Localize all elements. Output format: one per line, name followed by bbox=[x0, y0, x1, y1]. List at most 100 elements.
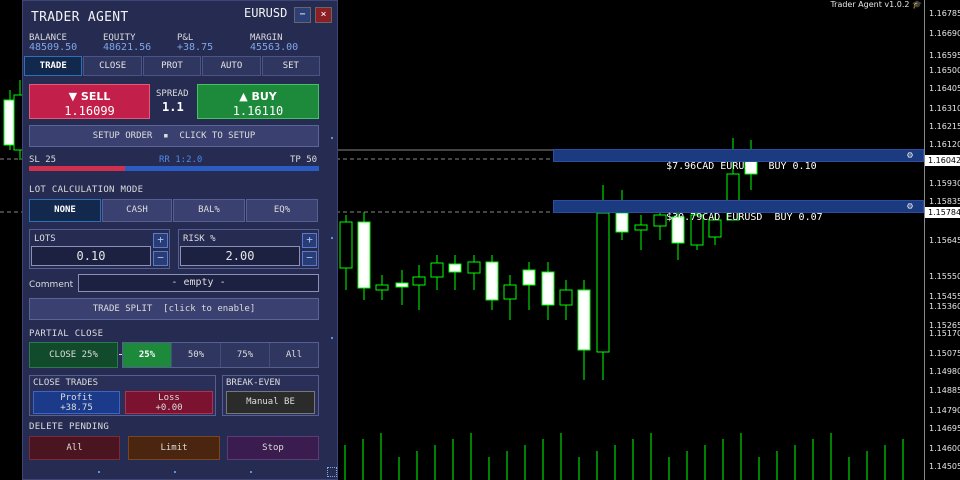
buy-price: 1.16110 bbox=[232, 104, 284, 118]
tp-label: TP 50 bbox=[290, 155, 318, 165]
price-tick-label: 1.16215 bbox=[929, 122, 960, 131]
resize-handle-icon[interactable] bbox=[327, 467, 337, 477]
price-tick-label: 1.16405 bbox=[929, 84, 960, 93]
close-trades-title: CLOSE TRADES bbox=[33, 378, 99, 388]
margin-value: 45563.00 bbox=[250, 42, 299, 53]
partial-close-title: PARTIAL CLOSE bbox=[29, 329, 104, 339]
price-tick-label: 1.15550 bbox=[929, 272, 960, 281]
lots-input[interactable]: 0.10 bbox=[31, 246, 151, 266]
symbol-label: EURUSD bbox=[244, 6, 288, 20]
comment-input[interactable]: - empty - bbox=[78, 274, 319, 292]
panel-title: TRADER AGENT bbox=[31, 10, 129, 25]
comment-label: Comment bbox=[29, 280, 74, 290]
minimize-button[interactable]: − bbox=[294, 7, 311, 23]
sl-portion bbox=[29, 166, 125, 171]
position-bar-1[interactable]: $7.96CAD EURUSD BUY 0.10 ⚙ bbox=[553, 149, 924, 172]
trade-split-button[interactable]: TRADE SPLIT [click to enable] bbox=[29, 298, 319, 320]
price-tick-label: 1.14980 bbox=[929, 367, 960, 376]
grid-dot bbox=[174, 471, 176, 473]
pnl-value: +38.75 bbox=[177, 42, 214, 53]
risk-reward-bar bbox=[29, 166, 319, 171]
gear-icon[interactable]: ⚙ bbox=[907, 150, 913, 161]
close-loss-button[interactable]: Loss +0.00 bbox=[125, 391, 213, 414]
candle-body bbox=[522, 269, 536, 286]
partial-25[interactable]: 25% bbox=[123, 343, 172, 367]
partial-close-options: 25% 50% 75% All bbox=[122, 342, 319, 368]
partial-close-button[interactable]: CLOSE 25% bbox=[29, 342, 118, 368]
lots-minus-button[interactable]: − bbox=[153, 251, 168, 266]
lots-label: LOTS bbox=[34, 234, 56, 244]
close-icon[interactable]: × bbox=[315, 7, 332, 23]
buy-label: ▲ BUY bbox=[239, 90, 277, 103]
tab-close[interactable]: CLOSE bbox=[83, 56, 142, 76]
lot-mode-title: LOT CALCULATION MODE bbox=[29, 185, 144, 195]
sell-label: ▼ SELL bbox=[68, 90, 111, 103]
close-profit-button[interactable]: Profit +38.75 bbox=[33, 391, 120, 414]
candle-body bbox=[412, 276, 426, 286]
price-tick-label: 1.15360 bbox=[929, 302, 960, 311]
sell-button[interactable]: ▼ SELL 1.16099 bbox=[29, 84, 150, 119]
profit-label: Profit bbox=[60, 393, 93, 403]
tab-set[interactable]: SET bbox=[261, 56, 321, 76]
lots-plus-button[interactable]: + bbox=[153, 233, 168, 248]
candle-body bbox=[375, 284, 389, 291]
break-even-title: BREAK-EVEN bbox=[226, 378, 281, 388]
manual-be-button[interactable]: Manual BE bbox=[226, 391, 315, 414]
partial-75[interactable]: 75% bbox=[221, 343, 270, 367]
risk-input[interactable]: 2.00 bbox=[180, 246, 300, 266]
candle-body bbox=[467, 261, 481, 274]
graduation-cap-icon: 🎓 bbox=[912, 0, 922, 9]
candle-body bbox=[577, 289, 591, 351]
rr-label: RR 1:2.0 bbox=[159, 155, 203, 165]
risk-minus-button[interactable]: − bbox=[302, 251, 317, 266]
position-text: $30.79CAD EURUSD BUY 0.07 bbox=[666, 212, 823, 223]
gear-icon[interactable]: ⚙ bbox=[907, 201, 913, 212]
lot-mode-bal[interactable]: BAL% bbox=[173, 199, 245, 222]
spread-label: SPREAD bbox=[156, 89, 189, 99]
price-tick-label: 1.14790 bbox=[929, 406, 960, 415]
candle-body bbox=[430, 262, 444, 278]
candle-body bbox=[357, 221, 371, 289]
grid-dot bbox=[250, 471, 252, 473]
price-tick-label: 1.15835 bbox=[929, 197, 960, 206]
candle-body bbox=[615, 212, 629, 233]
break-even-group: BREAK-EVEN Manual BE bbox=[222, 375, 319, 416]
grid-dot bbox=[331, 137, 333, 139]
risk-plus-button[interactable]: + bbox=[302, 233, 317, 248]
tab-auto[interactable]: AUTO bbox=[202, 56, 261, 76]
price-tick-label: 1.16120 bbox=[929, 140, 960, 149]
tab-bar: TRADE CLOSE PROT AUTO SET bbox=[24, 56, 321, 76]
price-tick-label: 1.14885 bbox=[929, 386, 960, 395]
partial-50[interactable]: 50% bbox=[172, 343, 221, 367]
lot-mode-cash[interactable]: CASH bbox=[102, 199, 172, 222]
candle-body bbox=[503, 284, 517, 300]
indicator-title: Trader Agent v1.0.2 🎓 bbox=[830, 0, 922, 9]
candle-body bbox=[395, 282, 409, 288]
delete-limit-button[interactable]: Limit bbox=[128, 436, 220, 460]
tab-prot[interactable]: PROT bbox=[142, 56, 202, 76]
delete-all-button[interactable]: All bbox=[29, 436, 120, 460]
candle-body bbox=[596, 212, 610, 353]
candle-body bbox=[485, 261, 499, 301]
position-text: $7.96CAD EURUSD BUY 0.10 bbox=[666, 161, 817, 172]
lot-mode-eq[interactable]: EQ% bbox=[246, 199, 318, 222]
candle-body bbox=[559, 289, 573, 306]
loss-label: Loss bbox=[158, 393, 180, 403]
buy-button[interactable]: ▲ BUY 1.16110 bbox=[197, 84, 319, 119]
price-tick-label: 1.15645 bbox=[929, 236, 960, 245]
lots-box: LOTS 0.10 + − bbox=[29, 229, 170, 269]
grid-dot bbox=[331, 337, 333, 339]
setup-order-button[interactable]: SETUP ORDER ▪ CLICK TO SETUP bbox=[29, 125, 319, 147]
tab-trade[interactable]: TRADE bbox=[24, 56, 83, 76]
position-bar-2[interactable]: $30.79CAD EURUSD BUY 0.07 ⚙ bbox=[553, 200, 924, 223]
lot-mode-none[interactable]: NONE bbox=[29, 199, 101, 222]
partial-all[interactable]: All bbox=[270, 343, 318, 367]
price-tick-label: 1.15075 bbox=[929, 349, 960, 358]
price-tick-label: 1.16595 bbox=[929, 51, 960, 60]
price-tick-label: 1.15170 bbox=[929, 329, 960, 338]
sell-price: 1.16099 bbox=[64, 104, 115, 118]
grid-dot bbox=[331, 237, 333, 239]
candle-body bbox=[541, 271, 555, 306]
price-tick-label: 1.15455 bbox=[929, 292, 960, 301]
delete-stop-button[interactable]: Stop bbox=[227, 436, 319, 460]
